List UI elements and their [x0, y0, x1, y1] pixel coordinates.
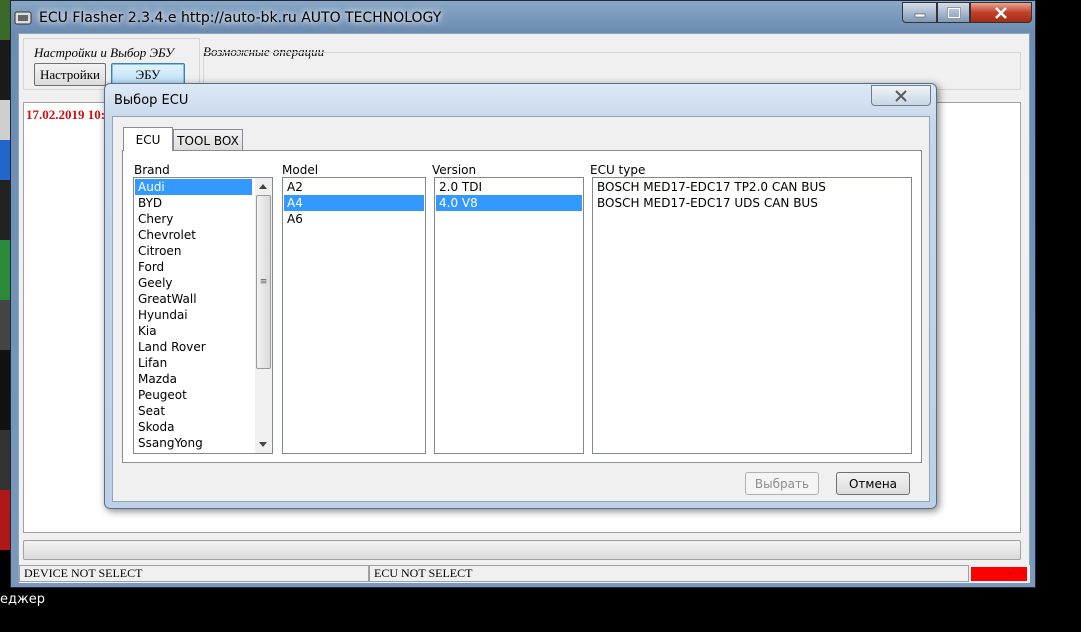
list-item[interactable]: Ford	[135, 259, 252, 275]
brand-scrollbar[interactable]: ≡	[255, 178, 272, 453]
dialog-client: ECU TOOL BOX Brand Audi BYD Chery Chevrolet…	[112, 116, 930, 502]
list-item[interactable]: Citroen	[135, 243, 252, 259]
list-item[interactable]: Land Rover	[135, 339, 252, 355]
dialog-title: Выбор ECU	[114, 93, 189, 108]
list-item[interactable]: Chevrolet	[135, 227, 252, 243]
version-listbox[interactable]: 2.0 TDI 4.0 V8	[434, 177, 584, 454]
list-item[interactable]: Mazda	[135, 371, 252, 387]
list-item[interactable]: Peugeot	[135, 387, 252, 403]
list-item[interactable]: SsangYong	[135, 435, 252, 451]
window-title: ECU Flasher 2.3.4.e http://auto-bk.ru AU…	[39, 10, 442, 26]
ecu-status: ECU NOT SELECT	[369, 565, 969, 582]
taskbar-label: еджер	[0, 592, 45, 607]
brand-label: Brand	[134, 163, 170, 177]
ecu-tab-panel: Brand Audi BYD Chery Chevrolet Citroen Ford Ge…	[122, 150, 922, 463]
list-item[interactable]: 2.0 TDI	[436, 179, 582, 195]
list-item[interactable]: Kia	[135, 323, 252, 339]
brand-listbox[interactable]: Audi BYD Chery Chevrolet Citroen Ford Geely Gre…	[133, 177, 273, 454]
list-item[interactable]: A4	[284, 195, 424, 211]
device-status: DEVICE NOT SELECT	[19, 565, 369, 582]
list-item[interactable]: BYD	[135, 195, 252, 211]
status-bar: DEVICE NOT SELECT ECU NOT SELECT V: 0	[19, 565, 1030, 583]
list-item[interactable]: GreatWall	[135, 291, 252, 307]
ecu-type-listbox[interactable]: BOSCH MED17-EDC17 TP2.0 CAN BUS BOSCH MED…	[592, 177, 912, 454]
close-icon	[995, 6, 1007, 19]
maximize-button[interactable]	[937, 2, 970, 23]
version-label: Version	[432, 163, 477, 177]
list-item[interactable]: Seat	[135, 403, 252, 419]
app-icon	[14, 11, 32, 25]
desktop-edge	[0, 0, 10, 590]
select-ecu-dialog: Выбор ECU ECU TOOL BOX Brand Audi BYD Cher…	[104, 83, 937, 509]
list-item[interactable]: Skoda	[135, 419, 252, 435]
list-item[interactable]: A2	[284, 179, 424, 195]
scroll-up-icon[interactable]	[259, 184, 267, 189]
settings-button[interactable]: Настройки	[34, 63, 106, 86]
select-button[interactable]: Выбрать	[745, 472, 819, 495]
close-button[interactable]	[970, 2, 1032, 23]
close-icon	[895, 89, 907, 102]
list-item[interactable]: 4.0 V8	[436, 195, 582, 211]
model-label: Model	[282, 163, 319, 177]
dialog-close-button[interactable]	[871, 85, 931, 106]
list-item[interactable]: Lifan	[135, 355, 252, 371]
tab-toolbox[interactable]: TOOL BOX	[173, 129, 243, 151]
scroll-down-icon[interactable]	[259, 442, 267, 447]
minimize-button[interactable]	[902, 2, 937, 23]
list-item[interactable]: BOSCH MED17-EDC17 TP2.0 CAN BUS	[594, 179, 910, 195]
minimize-icon	[914, 13, 925, 17]
log-line: 17.02.2019 10:	[26, 107, 106, 122]
cancel-button[interactable]: Отмена	[836, 472, 910, 495]
list-item[interactable]: A6	[284, 211, 424, 227]
scroll-thumb[interactable]: ≡	[256, 195, 271, 369]
version-indicator: V: 0	[971, 567, 1027, 581]
list-item[interactable]: Audi	[135, 179, 252, 195]
list-item[interactable]: Chery	[135, 211, 252, 227]
progress-bar	[23, 540, 1021, 560]
list-item[interactable]: Geely	[135, 275, 252, 291]
settings-group-label: Настройки и Выбор ЭБУ	[34, 45, 174, 60]
list-item[interactable]: Hyundai	[135, 307, 252, 323]
maximize-icon	[946, 6, 961, 19]
ecu-type-label: ECU type	[590, 163, 646, 177]
model-listbox[interactable]: A2 A4 A6	[282, 177, 426, 454]
tab-ecu[interactable]: ECU	[123, 127, 173, 151]
list-item[interactable]: BOSCH MED17-EDC17 UDS CAN BUS	[594, 195, 910, 211]
